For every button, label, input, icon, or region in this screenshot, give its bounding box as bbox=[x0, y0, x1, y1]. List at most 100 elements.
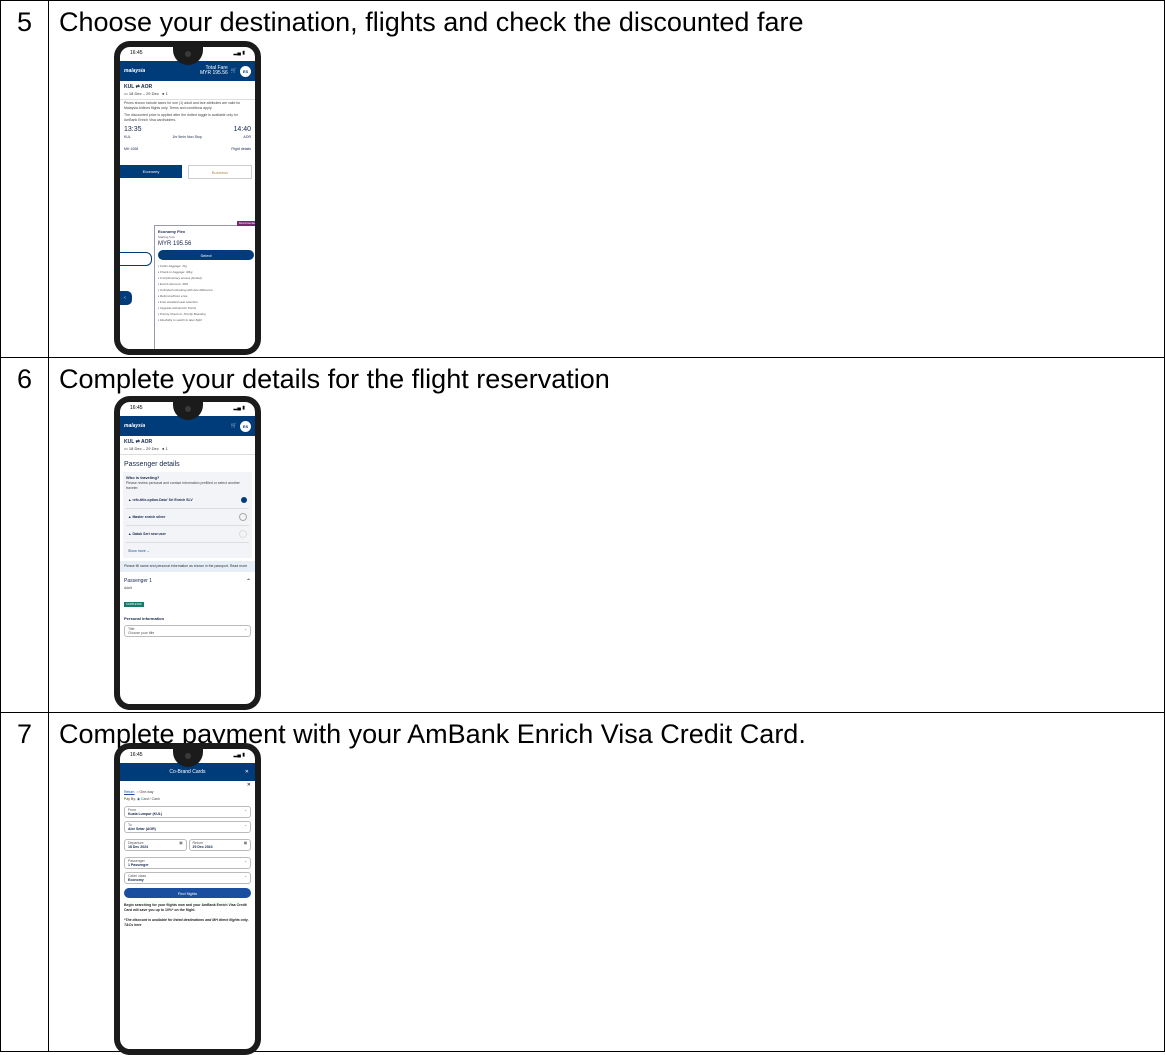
page-title: Passenger details bbox=[124, 461, 180, 468]
traveler-selector: Who is traveling? Please review personal… bbox=[123, 472, 252, 558]
personal-info-heading: Personal information bbox=[124, 616, 165, 621]
tab-business[interactable]: Business bbox=[188, 165, 252, 179]
person-icon: ● bbox=[162, 446, 165, 451]
passenger-option[interactable]: ▲ Master enrich silver bbox=[126, 509, 249, 526]
signal-battery-icon: ▂▄ ▮ bbox=[233, 752, 245, 758]
flight-details-link[interactable]: Flight details bbox=[231, 147, 251, 151]
camera-icon bbox=[184, 51, 191, 57]
arrival-code: AOR bbox=[243, 135, 251, 139]
status-badge: COMPLETED bbox=[124, 602, 144, 607]
passenger1-header[interactable]: Passenger 1 ⌃ bbox=[120, 575, 255, 585]
calendar-icon: ▦ bbox=[243, 841, 247, 845]
calendar-icon: ▦ bbox=[179, 841, 183, 845]
disclaimer-text: *The discount is available for listed de… bbox=[124, 918, 249, 927]
radio-icon[interactable] bbox=[239, 513, 247, 521]
departure-field[interactable]: Departure 18 Dec 2024 ▦ bbox=[124, 839, 187, 851]
cabin-field[interactable]: Cabin class Economy ⌄ bbox=[124, 872, 251, 884]
chevron-down-icon: ⌄ bbox=[244, 808, 247, 812]
clock: 16:45 bbox=[130, 405, 143, 411]
adult-label: Adult bbox=[124, 586, 132, 590]
show-more-link[interactable]: Show more ⌄ bbox=[126, 543, 249, 555]
clock: 16:45 bbox=[130, 50, 143, 56]
person-icon: ▲ bbox=[128, 532, 132, 536]
feature-item: ▪ Flexibility to switch to later flight bbox=[158, 318, 202, 322]
step-title: Complete your details for the flight res… bbox=[59, 364, 610, 394]
fare-card: Recommended Economy Flex Starting from M… bbox=[154, 221, 255, 349]
total-value: MYR 195.56 bbox=[199, 70, 228, 76]
scroll-left-icon[interactable]: ‹ bbox=[120, 291, 132, 305]
chevron-down-icon: ⌄ bbox=[146, 549, 150, 553]
return-field[interactable]: Return 29 Dec 2024 ▦ bbox=[188, 839, 251, 851]
departure-code: KUL bbox=[124, 135, 131, 139]
passenger-option[interactable]: ▲ Datuk Seri new user bbox=[126, 526, 249, 543]
cart-icon[interactable]: 🛒 bbox=[231, 423, 237, 429]
route: KUL ⇄ AOR bbox=[124, 84, 153, 90]
step-title: Choose your destination, flights and che… bbox=[59, 7, 804, 37]
phone-screenshot-cobrand: 16:45 ▂▄ ▮ Co-Brand Cards ✕ ✕ Return ○ One… bbox=[114, 743, 261, 1055]
flight-info: MH 1008 Flight details bbox=[120, 139, 255, 151]
departure-time: 13:35 bbox=[124, 126, 142, 133]
pay-option[interactable]: Card / Cash bbox=[141, 797, 160, 801]
step-content: Choose your destination, flights and che… bbox=[48, 0, 1165, 358]
chevron-up-icon[interactable]: ⌃ bbox=[246, 578, 251, 585]
chevron-down-icon: ⌄ bbox=[244, 627, 247, 631]
calendar-icon: ▭ bbox=[124, 91, 128, 96]
info-note: Please fill name and personal informatio… bbox=[120, 561, 255, 572]
to-field[interactable]: To Alor Setar (AOR) ⌄ bbox=[124, 821, 251, 833]
recommended-badge: Recommended bbox=[237, 221, 256, 226]
promo-text: Begin searching for your flights now and… bbox=[124, 903, 247, 912]
select-button[interactable]: Select bbox=[158, 250, 254, 260]
avatar[interactable]: ES bbox=[240, 420, 251, 432]
pax-count: 1 bbox=[165, 446, 168, 451]
step-number: 5 bbox=[0, 0, 49, 358]
person-icon: ▲ bbox=[128, 515, 132, 519]
step-content: Complete payment with your AmBank Enrich… bbox=[48, 712, 1165, 1055]
trip-type: Return ○ One-way bbox=[124, 790, 154, 794]
step-number: 7 bbox=[0, 712, 49, 1052]
passenger-field[interactable]: Passenger 1 Passenger ⌄ bbox=[124, 857, 251, 869]
from-field[interactable]: From Kuala Lumpur (KUL) ⌄ bbox=[124, 806, 251, 818]
camera-icon bbox=[184, 406, 191, 412]
clock: 16:45 bbox=[130, 752, 143, 758]
passenger1-title: Passenger 1 bbox=[124, 578, 153, 584]
date-range: 18 Dec – 29 Dec bbox=[128, 446, 159, 451]
phone-screenshot-passenger: 16:45 ▂▄ ▮ malaysia 🛒 ES KUL ⇄ AOR ▭ 18 De… bbox=[114, 396, 261, 710]
chevron-down-icon: ⌄ bbox=[244, 874, 247, 878]
trip-oneway-option[interactable]: One-way bbox=[140, 790, 154, 794]
arrival-time: 14:40 bbox=[233, 126, 251, 133]
close-icon[interactable]: ✕ bbox=[245, 769, 249, 775]
flight-times: 13:35 14:40 bbox=[120, 124, 255, 133]
person-icon: ▲ bbox=[128, 498, 132, 502]
airline-logo[interactable]: malaysia bbox=[124, 423, 145, 429]
fare-from: Starting from bbox=[158, 235, 176, 239]
find-flights-button[interactable]: Find flights bbox=[124, 888, 251, 898]
step-row-5: 5 Choose your destination, flights and c… bbox=[0, 0, 1165, 358]
who-traveling-sub: Please review personal and contact infor… bbox=[126, 481, 240, 490]
fare-notice-1: Prices shown include taxes for one (1) a… bbox=[124, 101, 241, 110]
close-icon[interactable]: ✕ bbox=[120, 781, 255, 788]
trip-return-option[interactable]: Return bbox=[124, 790, 135, 794]
modal-title: Co-Brand Cards bbox=[169, 769, 206, 775]
fare-price: MYR 195.56 bbox=[158, 241, 192, 247]
selected-check-icon[interactable] bbox=[241, 497, 247, 503]
radio-icon[interactable] bbox=[239, 530, 247, 538]
date-range: 18 Dec – 29 Dec bbox=[128, 91, 159, 96]
airline-logo[interactable]: malaysia bbox=[124, 68, 145, 74]
chevron-down-icon: ⌄ bbox=[244, 823, 247, 827]
passenger-option[interactable]: ▲ refx-title-option.Dato' Sri Enrich SLV bbox=[126, 492, 249, 509]
cart-icon[interactable]: 🛒 bbox=[231, 68, 237, 74]
trip-dates: ▭ 18 Dec – 29 Dec ● 1 bbox=[120, 90, 255, 100]
flight-number: MH 1008 bbox=[124, 147, 139, 151]
tab-economy[interactable]: Economy bbox=[120, 165, 182, 178]
route: KUL ⇄ AOR bbox=[124, 439, 153, 445]
trip-dates: ▭ 18 Dec – 29 Dec ● 1 bbox=[120, 445, 255, 455]
camera-icon bbox=[184, 753, 191, 759]
chevron-down-icon: ⌄ bbox=[244, 859, 247, 863]
adjacent-fare-select[interactable] bbox=[120, 252, 152, 266]
avatar[interactable]: ES bbox=[240, 65, 251, 77]
phone-screenshot-flights: 16:45 ▂▄ ▮ malaysia Total Fare MYR 195.56 … bbox=[114, 41, 261, 355]
title-select[interactable]: Title Choose your title ⌄ bbox=[124, 625, 251, 637]
pax-count: 1 bbox=[165, 91, 168, 96]
signal-battery-icon: ▂▄ ▮ bbox=[233, 405, 245, 411]
step-row-6: 6 Complete your details for the flight r… bbox=[0, 357, 1165, 713]
